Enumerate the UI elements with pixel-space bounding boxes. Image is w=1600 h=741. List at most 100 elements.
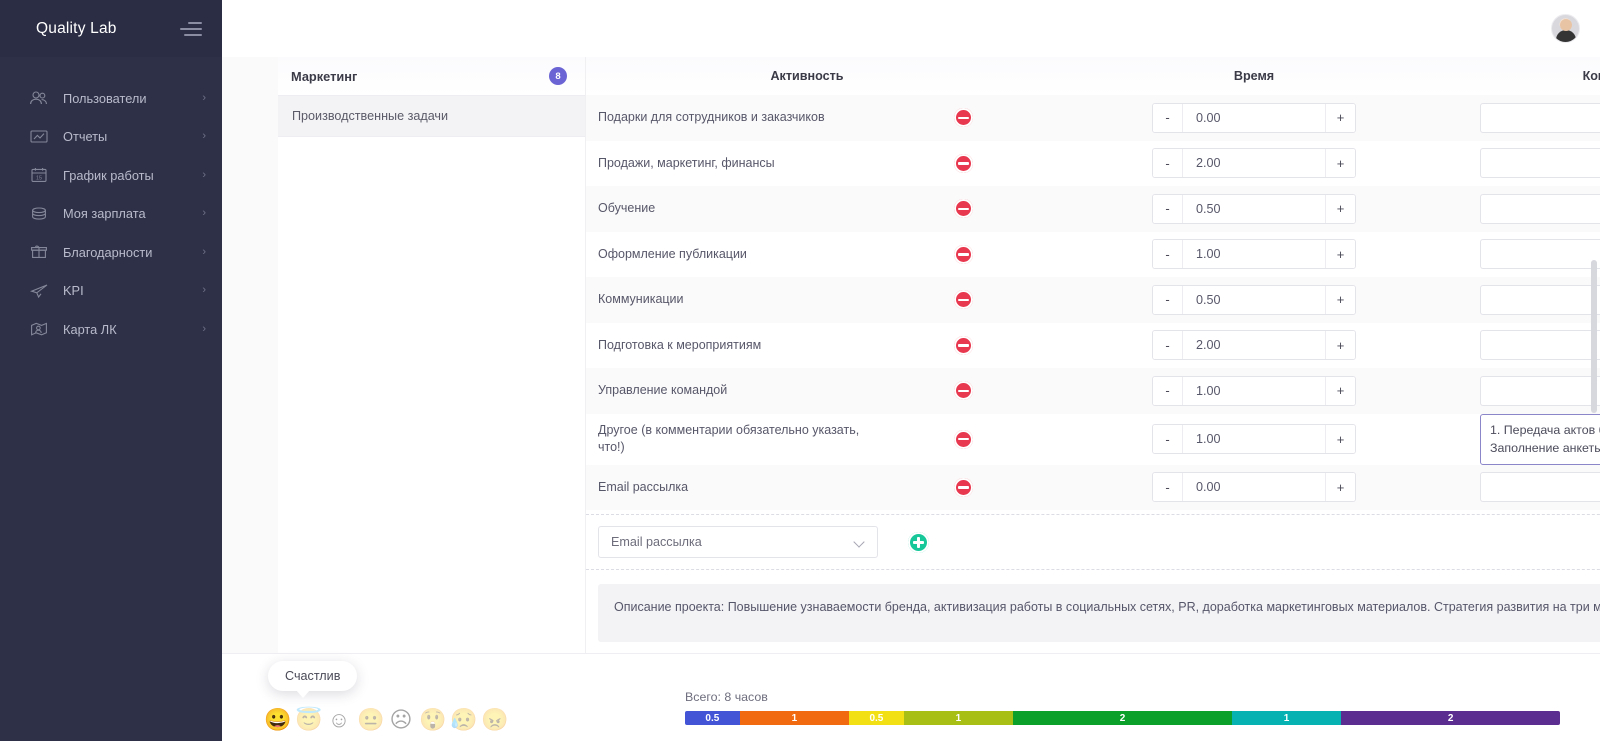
comment-input[interactable] [1480,239,1600,269]
sidebar-item-reports[interactable]: Отчеты › [0,118,222,157]
hours-segment: 1 [904,711,1013,725]
time-decrement-button[interactable]: - [1153,425,1183,453]
sidebar-item-work-schedule[interactable]: 15 График работы › [0,156,222,195]
sidebar-item-label: Благодарности [63,245,202,260]
delete-activity-button[interactable] [954,199,973,218]
chevron-right-icon: › [202,170,206,181]
chevron-right-icon: › [202,208,206,219]
activity-name: Обучение [586,194,898,223]
comment-input[interactable] [1480,376,1600,406]
time-increment-button[interactable]: + [1325,473,1355,501]
time-increment-button[interactable]: + [1325,286,1355,314]
delete-activity-button[interactable] [954,478,973,497]
time-decrement-button[interactable]: - [1153,286,1183,314]
sidebar-item-label: Отчеты [63,129,202,144]
hamburger-icon[interactable] [180,22,202,36]
column-header-time: Время [1028,69,1480,83]
time-decrement-button[interactable]: - [1153,331,1183,359]
time-value[interactable]: 0.00 [1183,473,1325,501]
time-increment-button[interactable]: + [1325,149,1355,177]
sidebar-header: Quality Lab [0,0,222,57]
chevron-right-icon: › [202,131,206,142]
coins-icon [28,204,50,224]
list-item[interactable]: Производственные задачи [278,95,585,137]
sidebar-item-thanks[interactable]: Благодарности › [0,233,222,272]
neutral-face-icon[interactable]: 😐 [357,707,383,733]
time-increment-button[interactable]: + [1325,195,1355,223]
time-value[interactable]: 2.00 [1183,331,1325,359]
sad-sweat-face-icon[interactable]: 😥 [450,707,476,733]
grinning-face-icon[interactable]: 😀 [264,707,290,733]
delete-activity-button[interactable] [954,108,973,127]
time-decrement-button[interactable]: - [1153,377,1183,405]
comment-input[interactable] [1480,330,1600,360]
chevron-right-icon: › [202,247,206,258]
add-activity-button[interactable] [908,532,929,553]
table-header: Активность Время Комментарий [586,57,1600,95]
comment-input[interactable] [1480,472,1600,502]
table-row: Подарки для сотрудников и заказчиков-0.0… [586,95,1600,141]
time-stepper: -0.50+ [1152,285,1356,315]
sidebar-item-map[interactable]: Карта ЛК › [0,310,222,349]
delete-activity-button[interactable] [954,290,973,309]
comment-input[interactable] [1480,285,1600,315]
time-value[interactable]: 1.00 [1183,240,1325,268]
sidebar-item-kpi[interactable]: KPI › [0,272,222,311]
sidebar-item-users[interactable]: Пользователи › [0,79,222,118]
time-increment-button[interactable]: + [1325,331,1355,359]
time-increment-button[interactable]: + [1325,104,1355,132]
activity-name: Подготовка к мероприятиям [586,331,898,360]
delete-activity-button[interactable] [954,430,973,449]
time-decrement-button[interactable]: - [1153,473,1183,501]
comment-input[interactable] [1480,194,1600,224]
time-value[interactable]: 2.00 [1183,149,1325,177]
bottom-bar: Счастлив 😀😇☺😐☹😲😥😠 Всего: 8 часов 0.510.5… [222,653,1600,741]
delete-activity-button[interactable] [954,381,973,400]
time-value[interactable]: 1.00 [1183,425,1325,453]
activity-select[interactable]: Email рассылка [598,526,878,558]
activity-name: Управление командой [586,376,898,405]
time-increment-button[interactable]: + [1325,377,1355,405]
table-row: Email рассылка-0.00+ [586,465,1600,511]
add-activity-row: Email рассылка [586,514,1600,570]
delete-activity-button[interactable] [954,336,973,355]
time-decrement-button[interactable]: - [1153,195,1183,223]
table-row: Продажи, маркетинг, финансы -2.00+ [586,141,1600,187]
content-scroll-region[interactable]: Маркетинг 8 Производственные задачи Акти… [222,57,1600,741]
project-hours-badge: 8 [549,67,567,85]
users-icon [28,88,50,108]
time-value[interactable]: 1.00 [1183,377,1325,405]
astonished-face-icon[interactable]: 😲 [419,707,445,733]
time-value[interactable]: 0.50 [1183,286,1325,314]
time-value[interactable]: 0.50 [1183,195,1325,223]
comment-input[interactable] [1480,148,1600,178]
time-decrement-button[interactable]: - [1153,240,1183,268]
innocent-halo-face-icon[interactable]: 😇 [295,707,321,733]
vertical-scrollbar[interactable] [1591,59,1597,649]
time-decrement-button[interactable]: - [1153,104,1183,132]
time-increment-button[interactable]: + [1325,425,1355,453]
time-decrement-button[interactable]: - [1153,149,1183,177]
projects-panel-header: Маркетинг 8 [278,57,585,95]
smiling-face-icon[interactable]: ☺ [326,707,352,733]
project-title: Маркетинг [291,69,357,84]
paper-plane-icon [28,281,50,301]
delete-activity-button[interactable] [954,245,973,264]
time-stepper: -1.00+ [1152,376,1356,406]
angry-face-icon[interactable]: 😠 [481,707,507,733]
activity-name: Другое (в комментарии обязательно указат… [586,416,898,462]
avatar[interactable] [1551,14,1580,43]
chevron-right-icon: › [202,93,206,104]
comment-input[interactable] [1480,103,1600,133]
delete-activity-button[interactable] [954,154,973,173]
comment-input[interactable]: 1. Передача актов бухгалтерии 2. Заполне… [1480,414,1600,465]
frowning-face-icon[interactable]: ☹ [388,707,414,733]
project-description: Описание проекта: Повышение узнаваемости… [598,584,1600,642]
list-item-label: Производственные задачи [292,109,448,123]
activities-table: Подарки для сотрудников и заказчиков-0.0… [586,95,1600,510]
time-value[interactable]: 0.00 [1183,104,1325,132]
sidebar-item-my-salary[interactable]: Моя зарплата › [0,195,222,234]
activity-name: Продажи, маркетинг, финансы [586,149,898,178]
time-increment-button[interactable]: + [1325,240,1355,268]
activity-name: Оформление публикации [586,240,898,269]
